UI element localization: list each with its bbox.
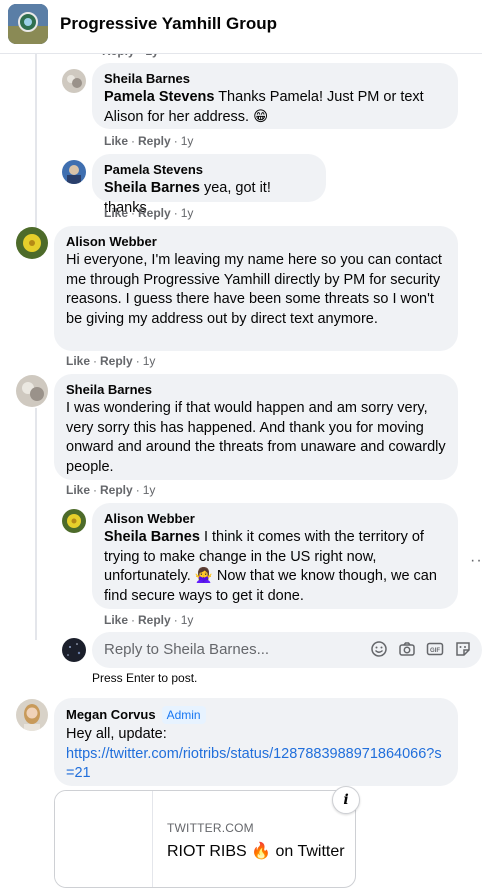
svg-text:GIF: GIF: [430, 648, 440, 654]
avatar[interactable]: [62, 69, 86, 93]
group-header: Progressive Yamhill Group: [0, 0, 482, 54]
like-button[interactable]: Like: [104, 206, 128, 220]
avatar[interactable]: [62, 160, 86, 184]
reply-input[interactable]: Reply to Sheila Barnes... GIF: [92, 632, 482, 668]
link-thumbnail[interactable]: [55, 791, 153, 887]
comment-bubble: Pamela Stevens Sheila Barnes yea, got it…: [92, 154, 326, 216]
comment-author[interactable]: Sheila Barnes: [66, 382, 446, 398]
group-logo[interactable]: [8, 4, 48, 44]
reply-toolbar: GIF: [370, 640, 472, 658]
comment-bubble: Alison Webber Sheila Barnes I think it c…: [92, 503, 458, 609]
thread-line: [35, 408, 37, 640]
camera-icon[interactable]: [398, 640, 416, 658]
comment-bubble: Sheila Barnes Pamela Stevens Thanks Pame…: [92, 63, 458, 129]
more-options-icon[interactable]: ···: [470, 552, 482, 570]
reply-button[interactable]: Reply: [138, 613, 171, 627]
reply-button[interactable]: Reply: [138, 134, 171, 148]
like-button[interactable]: Like: [66, 354, 90, 368]
comment-bubble: Alison Webber Hi everyone, I'm leaving m…: [54, 226, 458, 351]
timestamp[interactable]: 1y: [181, 206, 194, 220]
like-button[interactable]: Like: [66, 483, 90, 497]
gif-icon[interactable]: GIF: [426, 640, 444, 658]
comment-author[interactable]: Sheila Barnes: [104, 71, 446, 87]
emoji-icon[interactable]: [370, 640, 388, 658]
mention-tag[interactable]: Sheila Barnes: [104, 529, 200, 545]
thread-line: [35, 54, 37, 229]
comment-author[interactable]: Megan Corvus Admin: [66, 706, 446, 724]
comment-text: Hi everyone, I'm leaving my name here so…: [66, 252, 442, 327]
comment-actions: Like · Reply · 1y: [66, 354, 156, 368]
mention-tag[interactable]: Pamela Stevens: [104, 89, 214, 105]
link-preview-card[interactable]: TWITTER.COM RIOT RIBS 🔥 on Twitter: [54, 790, 356, 888]
comment-bubble: Megan Corvus Admin Hey all, update: https…: [54, 698, 458, 786]
reply-button[interactable]: Reply: [100, 483, 133, 497]
comment-text: I was wondering if that would happen and…: [66, 400, 446, 475]
comment-actions: Like · Reply · 1y: [66, 483, 156, 497]
current-user-avatar: [62, 638, 86, 662]
group-name[interactable]: Progressive Yamhill Group: [60, 14, 277, 34]
comment-actions: Like · Reply · 1y: [104, 206, 194, 220]
avatar[interactable]: [16, 699, 48, 731]
like-button[interactable]: Like: [104, 613, 128, 627]
sticker-icon[interactable]: [454, 640, 472, 658]
timestamp[interactable]: 1y: [143, 354, 156, 368]
reply-placeholder[interactable]: Reply to Sheila Barnes...: [104, 641, 269, 658]
comment-text: Sheila Barnes I think it comes with the …: [104, 529, 437, 604]
comment-author[interactable]: Alison Webber: [66, 234, 446, 250]
reply-button[interactable]: Reply: [100, 354, 133, 368]
comment-author[interactable]: Alison Webber: [104, 511, 446, 527]
comment-bubble: Sheila Barnes I was wondering if that wo…: [54, 374, 458, 480]
timestamp[interactable]: 1y: [181, 613, 194, 627]
comment-text: Hey all, update:: [66, 726, 167, 742]
avatar[interactable]: [62, 509, 86, 533]
timestamp[interactable]: 1y: [181, 134, 194, 148]
comment-author[interactable]: Pamela Stevens: [104, 162, 314, 178]
admin-badge: Admin: [161, 706, 206, 724]
link-title[interactable]: RIOT RIBS 🔥 on Twitter: [167, 841, 345, 861]
comment-text: Pamela Stevens Thanks Pamela! Just PM or…: [104, 89, 424, 125]
avatar[interactable]: [16, 375, 48, 407]
tweet-link[interactable]: https://twitter.com/riotribs/status/1287…: [66, 745, 446, 784]
mention-tag[interactable]: Sheila Barnes: [104, 180, 200, 196]
reply-button[interactable]: Reply: [138, 206, 171, 220]
link-domain: TWITTER.COM: [167, 821, 254, 835]
press-enter-hint: Press Enter to post.: [92, 671, 198, 685]
comment-actions: Like · Reply · 1y: [104, 613, 194, 627]
avatar[interactable]: [16, 227, 48, 259]
timestamp[interactable]: 1y: [143, 483, 156, 497]
comment-actions: Like · Reply · 1y: [104, 134, 194, 148]
info-icon[interactable]: i: [332, 786, 360, 814]
like-button[interactable]: Like: [104, 134, 128, 148]
